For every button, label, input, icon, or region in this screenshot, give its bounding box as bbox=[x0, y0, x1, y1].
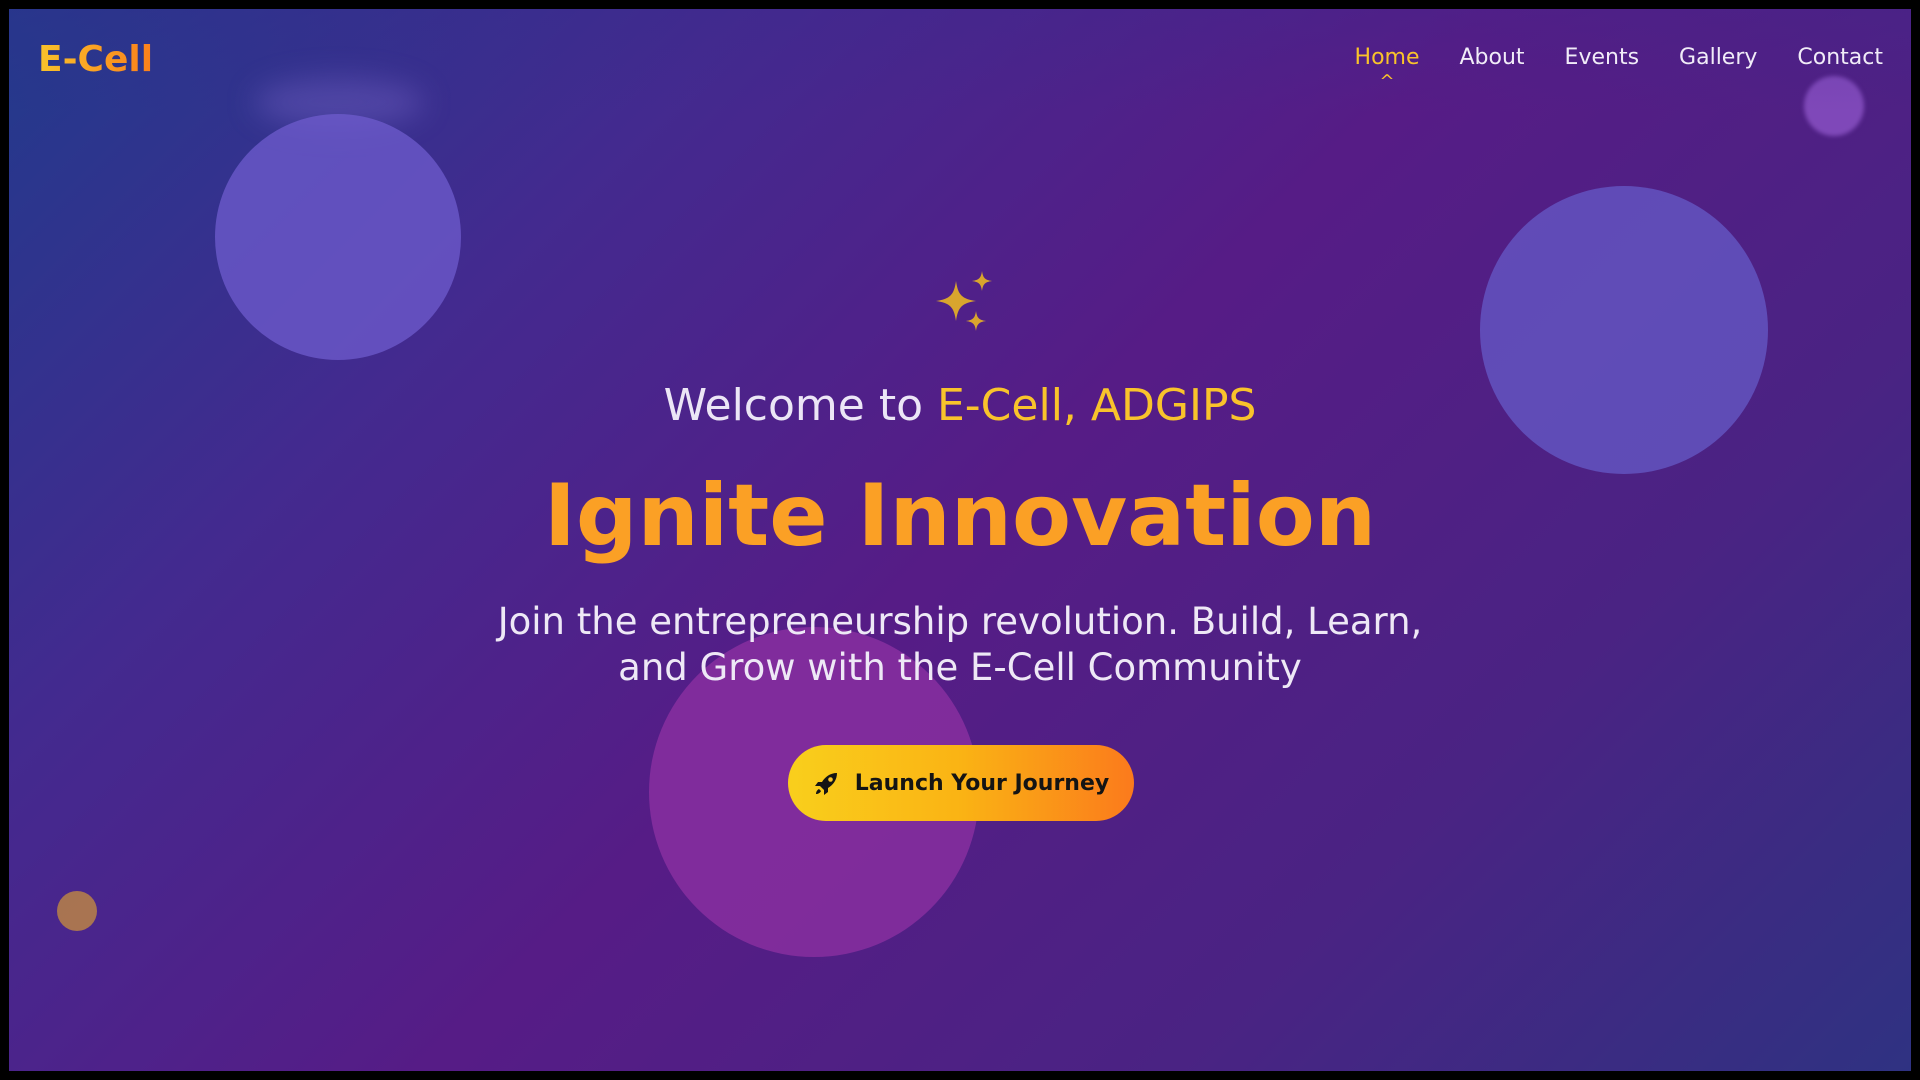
sparkles-icon bbox=[936, 271, 992, 331]
hero-subtitle: Join the entrepreneurship revolution. Bu… bbox=[497, 600, 1423, 689]
nav-item-events[interactable]: Events bbox=[1565, 45, 1640, 70]
nav-item-gallery[interactable]: Gallery bbox=[1679, 45, 1757, 70]
main-nav: Home ^ About Events Gallery Contact bbox=[1354, 45, 1883, 92]
welcome-heading: Welcome to E-Cell, ADGIPS bbox=[9, 380, 1911, 431]
cta-label: Launch Your Journey bbox=[854, 770, 1110, 796]
welcome-prefix: Welcome to bbox=[663, 380, 937, 431]
nav-item-label: About bbox=[1459, 45, 1525, 70]
site-logo[interactable]: E-Cell bbox=[38, 39, 153, 80]
active-indicator: ^ bbox=[1379, 71, 1395, 92]
hero-section: Welcome to E-Cell, ADGIPS Ignite Innovat… bbox=[9, 9, 1911, 1071]
launch-journey-button[interactable]: Launch Your Journey bbox=[788, 745, 1134, 821]
nav-item-home[interactable]: Home ^ bbox=[1354, 45, 1420, 92]
hero-headline: Ignite Innovation bbox=[543, 466, 1377, 566]
nav-item-label: Gallery bbox=[1679, 45, 1758, 70]
page-frame: E-Cell Home ^ About Events Gallery Conta… bbox=[9, 9, 1911, 1071]
nav-item-label: Events bbox=[1564, 45, 1640, 70]
welcome-accent: E-Cell, ADGIPS bbox=[937, 380, 1257, 431]
nav-item-contact[interactable]: Contact bbox=[1797, 45, 1883, 70]
rocket-icon bbox=[814, 773, 837, 795]
nav-item-label: Home bbox=[1354, 45, 1420, 70]
nav-item-about[interactable]: About bbox=[1460, 45, 1525, 70]
nav-item-label: Contact bbox=[1797, 45, 1883, 70]
